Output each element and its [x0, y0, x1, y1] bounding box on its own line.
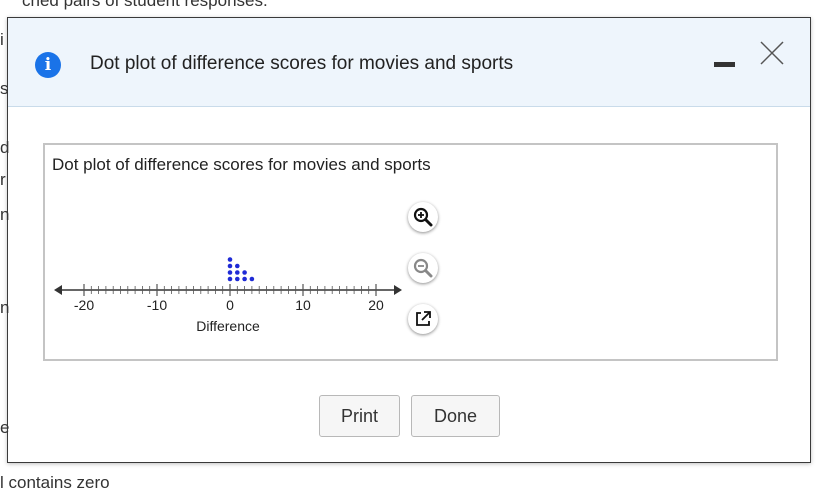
zoom-in-icon	[413, 207, 433, 227]
background-fragment: n	[0, 205, 10, 224]
minimize-button[interactable]	[714, 58, 736, 70]
background-bottom-text: l contains zero	[0, 473, 110, 492]
figure-panel: Dot plot of difference scores for movies…	[43, 143, 778, 361]
background-fragment: n	[0, 298, 10, 317]
background-fragment: d	[0, 138, 10, 157]
data-point	[242, 270, 247, 275]
print-button[interactable]: Print	[319, 395, 400, 437]
minimize-icon	[714, 62, 735, 67]
pop-out-button[interactable]	[408, 304, 438, 334]
data-point	[227, 257, 233, 262]
data-point	[227, 263, 233, 269]
external-link-icon	[416, 311, 431, 326]
zoom-out-button[interactable]	[408, 253, 438, 283]
data-point	[242, 276, 247, 282]
zoom-out-icon	[413, 258, 433, 278]
close-button[interactable]	[759, 40, 785, 66]
done-button[interactable]: Done	[411, 395, 500, 437]
dialog-header: i Dot plot of difference scores for movi…	[8, 18, 810, 107]
x-tick-label: 10	[295, 297, 311, 313]
data-point	[235, 276, 240, 282]
background-fragment: i	[0, 30, 4, 49]
background-fragment: e	[0, 418, 10, 437]
data-point	[249, 276, 255, 282]
data-point	[227, 270, 233, 275]
data-point	[227, 276, 233, 282]
background-fragment: s	[0, 79, 9, 98]
dialog-title: Dot plot of difference scores for movies…	[90, 53, 514, 74]
x-tick-label: -10	[147, 297, 167, 313]
background-fragment: r	[0, 170, 6, 189]
background-top-text: ched pairs of student responses.	[22, 0, 268, 10]
x-axis-label: Difference	[196, 318, 260, 334]
x-tick-label: 20	[368, 297, 384, 313]
x-axis-left-arrow	[54, 285, 62, 295]
close-icon	[760, 41, 784, 65]
data-point	[235, 263, 240, 269]
info-icon: i	[35, 52, 61, 78]
zoom-in-button[interactable]	[408, 202, 438, 232]
x-tick-label: 0	[226, 297, 234, 313]
dialog: i Dot plot of difference scores for movi…	[7, 17, 811, 463]
data-point	[235, 270, 240, 275]
x-tick-label: -20	[74, 297, 94, 313]
x-axis-right-arrow	[394, 285, 402, 295]
